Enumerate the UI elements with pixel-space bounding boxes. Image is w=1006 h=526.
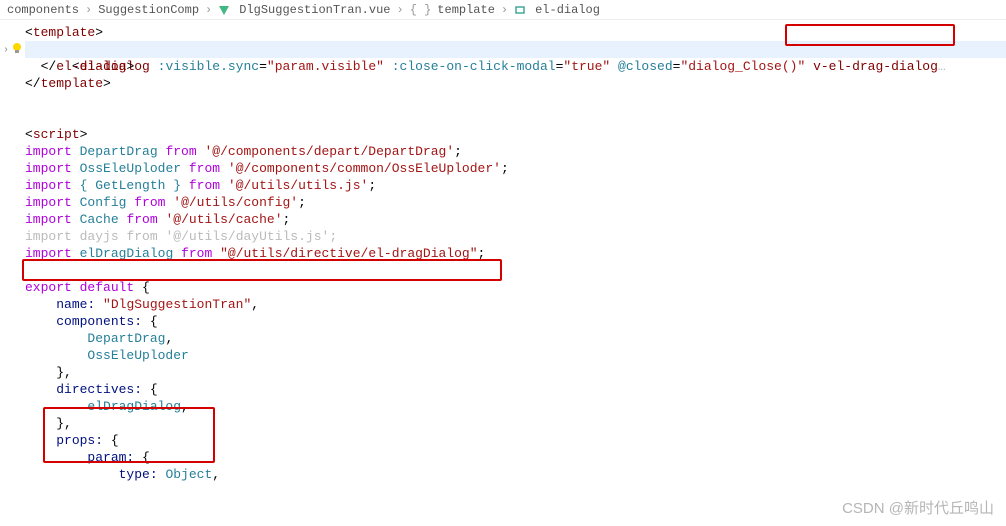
breadcrumb-sep: › (396, 3, 403, 17)
chevron-right-icon[interactable]: › (3, 42, 9, 59)
element-icon (514, 4, 529, 16)
code-editor[interactable]: <template> › <el-dialog :visible.sync="p… (0, 20, 1006, 483)
breadcrumb-sep: › (85, 3, 92, 17)
breadcrumb-sep: › (205, 3, 212, 17)
lightbulb-icon[interactable] (11, 42, 23, 54)
breadcrumb-sep: › (501, 3, 508, 17)
breadcrumb-item[interactable]: SuggestionComp (98, 3, 199, 17)
gutter-icons[interactable]: › (3, 42, 23, 59)
vue-file-icon (218, 4, 233, 16)
highlighted-line[interactable]: › <el-dialog :visible.sync="param.visibl… (25, 41, 1006, 58)
watermark: CSDN @新时代丘鸣山 (842, 497, 994, 518)
breadcrumb-item[interactable]: el-dialog (535, 3, 600, 17)
breadcrumb-item[interactable]: components (7, 3, 79, 17)
braces-icon: { } (410, 3, 432, 17)
breadcrumb: components › SuggestionComp › DlgSuggest… (0, 0, 1006, 20)
breadcrumb-item[interactable]: DlgSuggestionTran.vue (239, 3, 390, 17)
breadcrumb-item[interactable]: template (437, 3, 495, 17)
